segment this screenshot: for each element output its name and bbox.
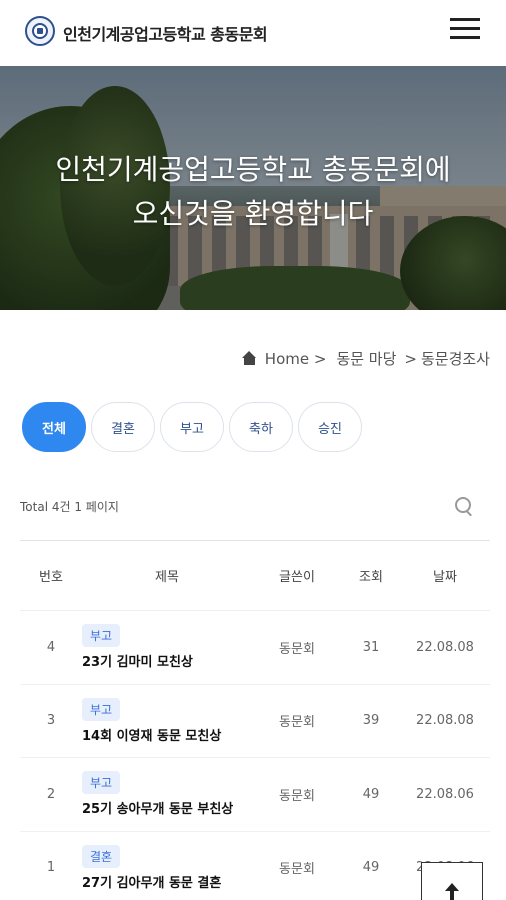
hero-banner: 인천기계공업고등학교 총동문회에 오신것을 환영합니다 (0, 66, 506, 310)
row-views: 49 (362, 786, 380, 802)
tab-promotion[interactable]: 승진 (298, 402, 362, 452)
row-title-link[interactable]: 27기 김아무개 동문 결혼 (82, 872, 221, 891)
breadcrumb-home[interactable]: Home > (265, 350, 327, 368)
breadcrumb-separator: > (404, 349, 417, 368)
row-views: 39 (362, 713, 380, 729)
row-title-link[interactable]: 14회 이영재 동문 모친상 (82, 725, 221, 744)
header-title: 제목 (155, 570, 179, 585)
row-views: 49 (362, 860, 380, 876)
row-writer: 동문회 (279, 641, 315, 657)
hero-caption: 인천기계공업고등학교 총동문회에 오신것을 환영합니다 (0, 148, 506, 236)
table-header: 번호 제목 글쓴이 조회 날짜 (20, 541, 490, 611)
hero-caption-line1: 인천기계공업고등학교 총동문회에 (55, 153, 451, 186)
row-no: 3 (46, 713, 56, 729)
row-date: 22.08.08 (416, 639, 474, 655)
row-no: 1 (46, 860, 56, 876)
row-title-link[interactable]: 25기 송아무개 동문 부친상 (82, 798, 233, 817)
arrow-up-icon (444, 883, 460, 900)
site-header: 인천기계공업고등학교 총동문회 (0, 0, 506, 66)
school-emblem-icon[interactable] (25, 16, 55, 46)
row-date: 22.08.08 (416, 713, 474, 729)
breadcrumb: Home > 동문 마당 > 동문경조사 (241, 348, 490, 369)
hamburger-menu-icon[interactable] (450, 16, 480, 42)
category-badge: 결혼 (82, 844, 121, 868)
table-row[interactable]: 3 부고 14회 이영재 동문 모친상 동문회 39 22.08.08 (20, 684, 490, 758)
post-table: 번호 제목 글쓴이 조회 날짜 4 부고 23기 김마미 모친상 동문회 31 … (20, 540, 490, 900)
header-date: 날짜 (433, 570, 457, 585)
tab-celebration[interactable]: 축하 (229, 402, 293, 452)
hero-caption-line2: 오신것을 환영합니다 (132, 197, 374, 230)
table-row[interactable]: 4 부고 23기 김마미 모친상 동문회 31 22.08.08 (20, 611, 490, 685)
row-no: 4 (46, 639, 56, 655)
breadcrumb-section[interactable]: 동문 마당 (336, 348, 396, 369)
category-badge: 부고 (82, 624, 121, 648)
header-no: 번호 (39, 570, 63, 585)
category-badge: 부고 (82, 697, 121, 721)
breadcrumb-current[interactable]: 동문경조사 (421, 348, 490, 369)
category-tabs: 전체 결혼 부고 축하 승진 (22, 402, 362, 452)
home-icon[interactable] (241, 351, 257, 366)
row-title-link[interactable]: 23기 김마미 모친상 (82, 651, 193, 670)
category-badge: 부고 (82, 771, 121, 795)
tab-all[interactable]: 전체 (22, 402, 86, 452)
row-writer: 동문회 (279, 862, 315, 878)
header-writer: 글쓴이 (279, 570, 315, 585)
tab-wedding[interactable]: 결혼 (91, 402, 155, 452)
scroll-to-top-button[interactable] (421, 862, 483, 900)
row-writer: 동문회 (279, 715, 315, 731)
row-writer: 동문회 (279, 788, 315, 804)
header-views: 조회 (359, 570, 383, 585)
total-count: Total 4건 1 페이지 (20, 500, 119, 514)
row-no: 2 (46, 786, 56, 802)
search-icon[interactable] (455, 497, 473, 515)
row-date: 22.08.06 (416, 786, 474, 802)
row-views: 31 (362, 639, 380, 655)
table-row[interactable]: 2 부고 25기 송아무개 동문 부친상 동문회 49 22.08.06 (20, 758, 490, 832)
table-row[interactable]: 1 결혼 27기 김아무개 동문 결혼 동문회 49 22.08.06 (20, 831, 490, 900)
site-title[interactable]: 인천기계공업고등학교 총동문회 (63, 21, 268, 45)
tab-obituary[interactable]: 부고 (160, 402, 224, 452)
